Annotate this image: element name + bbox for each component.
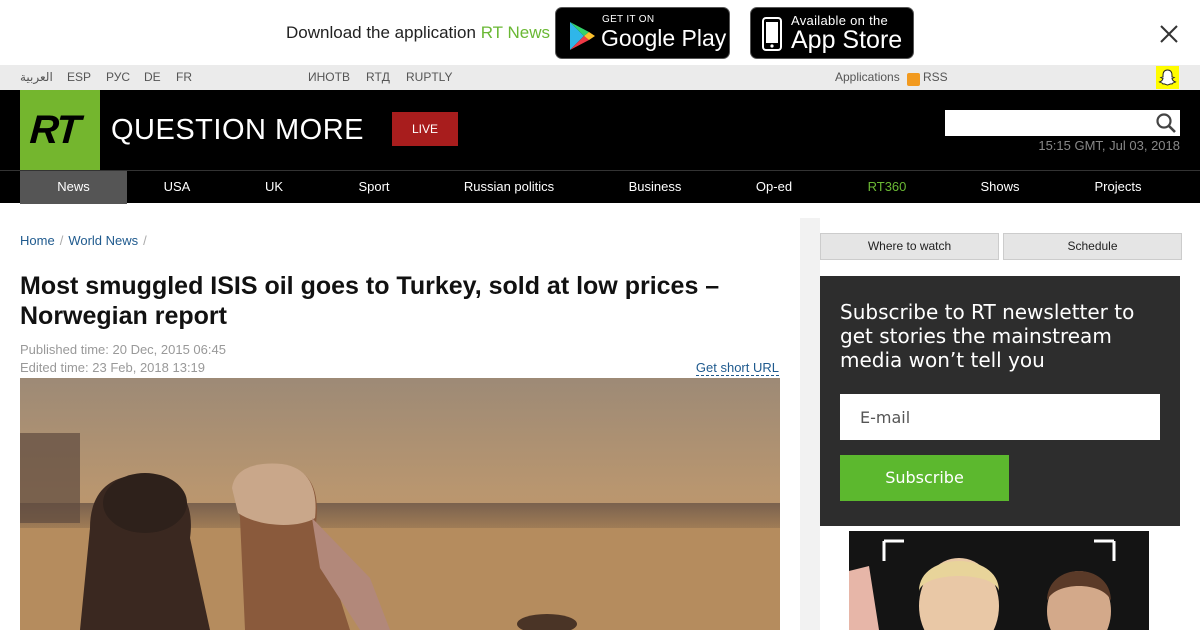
subscribe-button[interactable]: Subscribe xyxy=(840,455,1009,501)
rt-logo-text: RT xyxy=(28,108,81,152)
google-play-big: Google Play xyxy=(601,25,727,51)
current-time: 15:15 GMT, Jul 03, 2018 xyxy=(1038,138,1180,153)
article-photo xyxy=(20,378,780,630)
breadcrumb: Home / World News / xyxy=(20,233,152,248)
photo-illustration xyxy=(20,378,780,630)
newsletter-title: Subscribe to RT newsletter to get storie… xyxy=(840,300,1135,372)
where-to-watch-button[interactable]: Where to watch xyxy=(820,233,999,260)
nav-item-rt360[interactable]: RT360 xyxy=(857,171,917,204)
nav-item-usa[interactable]: USA xyxy=(147,171,207,204)
promo-label: Download the application xyxy=(286,23,481,42)
live-button[interactable]: LIVE xyxy=(392,112,458,146)
nav-item-russian-politics[interactable]: Russian politics xyxy=(454,171,564,204)
search-icon[interactable] xyxy=(1155,112,1177,134)
breadcrumb-separator: / xyxy=(59,233,64,248)
promo-image[interactable] xyxy=(849,531,1149,630)
applications-link[interactable]: Applications xyxy=(835,70,900,84)
partner-ruptly[interactable]: RUPTLY xyxy=(406,70,452,84)
lang-arabic[interactable]: العربية xyxy=(20,70,53,84)
edited-time: Edited time: 23 Feb, 2018 13:19 xyxy=(20,360,206,375)
promo-brand-link[interactable]: RT News xyxy=(481,23,550,42)
search-input[interactable] xyxy=(945,110,1180,136)
nav-item-business[interactable]: Business xyxy=(617,171,693,204)
lang-de[interactable]: DE xyxy=(144,70,161,84)
site-header: RT QUESTION MORE LIVE 15:15 GMT, Jul 03,… xyxy=(0,90,1200,170)
nav-item-sport[interactable]: Sport xyxy=(344,171,404,204)
app-store-big: App Store xyxy=(791,26,903,54)
breadcrumb-separator: / xyxy=(143,233,147,248)
newsletter-box: Subscribe to RT newsletter to get storie… xyxy=(820,276,1180,526)
breadcrumb-world-news[interactable]: World News xyxy=(68,233,138,248)
app-promo-text: Download the application RT News xyxy=(286,23,550,43)
published-time: Published time: 20 Dec, 2015 06:45 xyxy=(20,342,226,357)
ghost-icon xyxy=(1158,69,1177,86)
nav-item-news[interactable]: News xyxy=(20,171,127,204)
partner-rtd[interactable]: RTД xyxy=(366,70,390,84)
rt-logo[interactable]: RT xyxy=(20,90,100,170)
promo-illustration xyxy=(849,531,1149,630)
get-short-url-link[interactable]: Get short URL xyxy=(695,360,779,376)
close-icon[interactable] xyxy=(1156,21,1182,47)
sidebar-divider xyxy=(800,218,820,630)
email-field[interactable] xyxy=(840,394,1160,440)
lang-rus[interactable]: РУС xyxy=(106,70,130,84)
tagline: QUESTION MORE xyxy=(111,114,365,146)
main-nav: News USA UK Sport Russian politics Busin… xyxy=(0,170,1200,204)
breadcrumb-home[interactable]: Home xyxy=(20,233,55,248)
phone-icon xyxy=(762,17,782,51)
app-download-banner: Download the application RT News GET IT … xyxy=(0,0,1200,65)
rss-link[interactable]: RSS xyxy=(923,70,948,84)
nav-item-projects[interactable]: Projects xyxy=(1082,171,1154,204)
google-play-button[interactable]: GET IT ON Google Play xyxy=(555,7,730,59)
app-store-button[interactable]: Available on the App Store xyxy=(750,7,914,59)
nav-item-shows[interactable]: Shows xyxy=(970,171,1030,204)
article-headline: Most smuggled ISIS oil goes to Turkey, s… xyxy=(20,272,720,330)
rss-icon[interactable] xyxy=(907,73,920,86)
nav-item-op-ed[interactable]: Op-ed xyxy=(744,171,804,204)
google-play-icon xyxy=(570,22,595,50)
google-play-small: GET IT ON xyxy=(602,14,655,25)
lang-esp[interactable]: ESP xyxy=(67,70,91,84)
schedule-button[interactable]: Schedule xyxy=(1003,233,1182,260)
nav-item-uk[interactable]: UK xyxy=(249,171,299,204)
snapchat-icon[interactable] xyxy=(1156,66,1179,89)
lang-fr[interactable]: FR xyxy=(176,70,192,84)
partner-inotv[interactable]: ИНОТВ xyxy=(308,70,350,84)
top-utility-bar: العربية ESP РУС DE FR ИНОТВ RTД RUPTLY A… xyxy=(0,65,1200,90)
